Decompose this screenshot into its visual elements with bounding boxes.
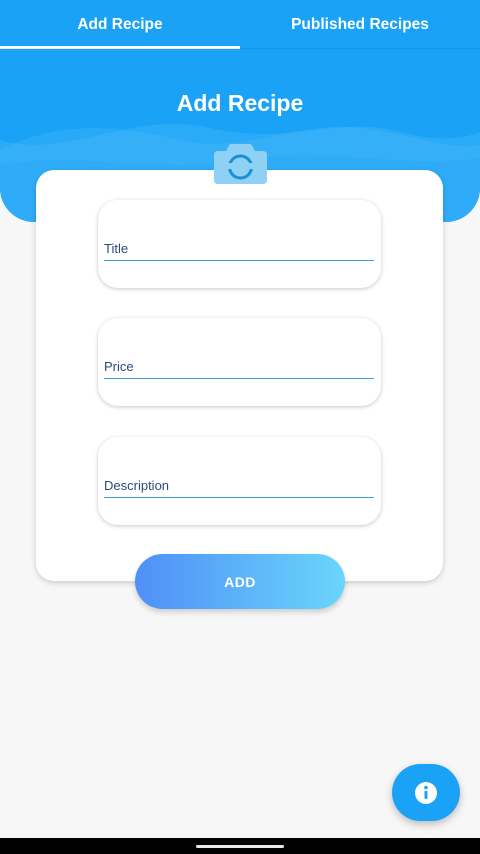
description-input[interactable] <box>104 473 374 498</box>
tab-divider <box>0 48 480 49</box>
tab-add-recipe[interactable]: Add Recipe <box>0 0 240 50</box>
title-input[interactable] <box>104 236 374 261</box>
camera-icon <box>214 144 267 184</box>
tab-published-recipes[interactable]: Published Recipes <box>240 0 480 50</box>
price-input[interactable] <box>104 354 374 379</box>
camera-button[interactable] <box>213 142 268 184</box>
description-field <box>98 437 381 525</box>
add-button[interactable]: ADD <box>135 554 345 609</box>
home-gesture-handle[interactable] <box>196 845 284 848</box>
tab-published-recipes-label: Published Recipes <box>291 16 429 33</box>
tab-add-recipe-label: Add Recipe <box>77 16 163 33</box>
tab-bar: Add Recipe Published Recipes <box>0 0 480 50</box>
system-navigation-bar <box>0 838 480 854</box>
price-field <box>98 318 381 406</box>
title-field <box>98 200 381 288</box>
info-icon <box>415 781 437 804</box>
page-title: Add Recipe <box>176 90 304 116</box>
add-recipe-screen: Add Recipe Published Recipes Add Recipe … <box>0 0 480 854</box>
info-fab-button[interactable] <box>392 764 460 821</box>
